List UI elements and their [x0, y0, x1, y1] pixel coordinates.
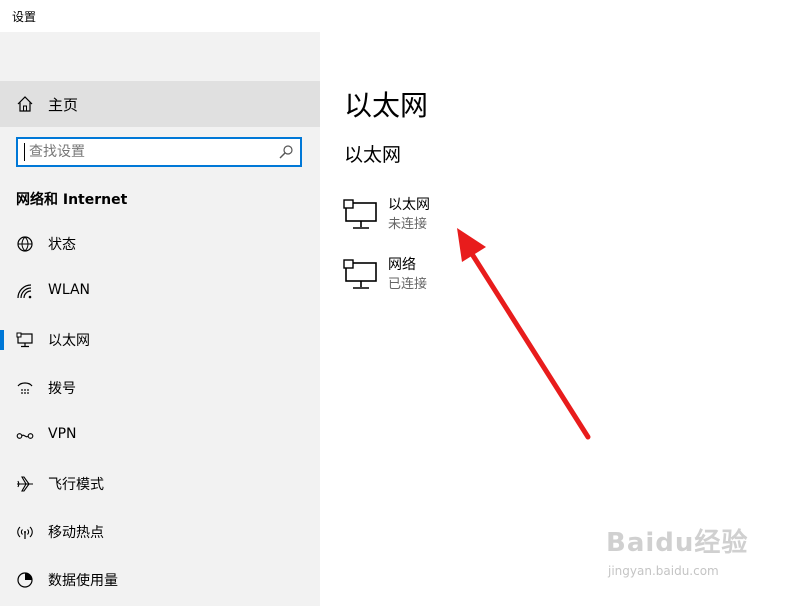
sidebar-item-label: 以太网: [48, 333, 90, 349]
network-adapter-icon: [343, 199, 377, 229]
sidebar-item-vpn[interactable]: VPN: [0, 416, 320, 456]
sidebar: 主页 网络和 Internet 状态 WLAN: [0, 32, 320, 606]
adapter-name: 网络: [388, 257, 416, 273]
page-title: 以太网: [344, 89, 429, 122]
sidebar-item-label: 飞行模式: [48, 477, 104, 493]
dialup-icon: [17, 382, 33, 394]
hotspot-icon: [17, 526, 33, 539]
sidebar-item-mobile-hotspot[interactable]: 移动热点: [0, 512, 320, 552]
sidebar-item-label: 移动热点: [48, 525, 104, 541]
watermark: Baidu经验 jingyan.baidu.com: [606, 518, 776, 588]
watermark-url: jingyan.baidu.com: [608, 564, 719, 578]
wifi-icon: [17, 284, 32, 299]
home-icon: [17, 96, 33, 112]
sidebar-item-wlan[interactable]: WLAN: [0, 272, 320, 312]
sidebar-item-label: 状态: [48, 237, 76, 253]
airplane-icon: [17, 476, 33, 492]
vpn-icon: [16, 433, 34, 439]
network-adapter-icon: [343, 259, 377, 289]
search-icon[interactable]: [278, 144, 294, 160]
title-bar: 设置: [0, 0, 791, 32]
adapter-status: 未连接: [388, 217, 428, 232]
settings-window: 设置 主页 网络和 Internet 状态: [0, 0, 791, 606]
sidebar-item-dialup[interactable]: 拨号: [0, 368, 320, 408]
sidebar-item-airplane-mode[interactable]: 飞行模式: [0, 464, 320, 504]
adapter-status: 已连接: [388, 277, 428, 292]
data-usage-icon: [17, 572, 33, 588]
adapter-network[interactable]: 网络 已连接: [342, 254, 542, 298]
ethernet-icon: [16, 332, 33, 348]
watermark-brand: Baidu经验: [606, 528, 749, 558]
globe-icon: [17, 236, 33, 252]
section-title: 网络和 Internet: [16, 192, 128, 208]
search-box[interactable]: [16, 137, 302, 167]
sidebar-item-data-usage[interactable]: 数据使用量: [0, 560, 320, 600]
sidebar-item-label: VPN: [48, 426, 77, 442]
window-title: 设置: [12, 10, 37, 24]
adapter-name: 以太网: [388, 197, 430, 213]
selection-indicator: [0, 330, 4, 350]
sidebar-item-label: 拨号: [48, 381, 76, 397]
home-button[interactable]: 主页: [0, 81, 320, 127]
home-label: 主页: [48, 96, 79, 114]
section-subtitle: 以太网: [344, 144, 402, 166]
sidebar-item-ethernet[interactable]: 以太网: [0, 320, 320, 360]
sidebar-item-label: 数据使用量: [48, 573, 118, 589]
search-input[interactable]: [24, 143, 269, 161]
adapter-ethernet[interactable]: 以太网 未连接: [342, 194, 542, 238]
sidebar-item-label: WLAN: [48, 282, 91, 298]
sidebar-item-status[interactable]: 状态: [0, 224, 320, 264]
